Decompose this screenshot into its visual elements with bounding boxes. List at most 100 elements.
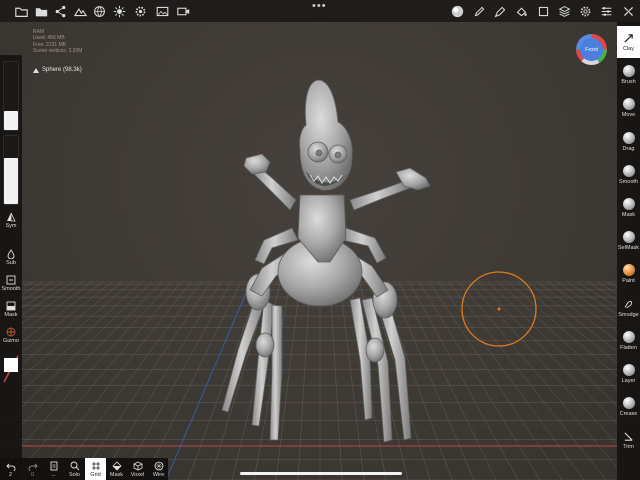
smooth-icon	[6, 275, 16, 285]
tool-flatten[interactable]: Flatten	[617, 325, 640, 357]
trim-icon	[623, 430, 635, 442]
open-folder-icon[interactable]	[33, 3, 49, 19]
right-tool-panel: Clay Brush Move Drag Smooth Mask SelMask Paint S…	[617, 22, 640, 480]
menu-dots[interactable]: •••	[312, 0, 327, 12]
settings-icon[interactable]	[132, 3, 148, 19]
3d-viewport[interactable]	[0, 0, 640, 480]
paint-brush-sphere-icon	[622, 264, 635, 277]
mask-label: Mask	[4, 312, 18, 318]
scene-icon[interactable]	[72, 3, 88, 19]
gizmo-toggle[interactable]: Gizmo	[0, 327, 22, 344]
globe-icon[interactable]	[91, 3, 107, 19]
tool-selmask[interactable]: SelMask	[617, 225, 640, 257]
mask-view-button[interactable]: Mask	[106, 458, 127, 480]
paint-bucket-icon[interactable]	[513, 3, 529, 19]
grid-line	[408, 281, 519, 480]
redo-button[interactable]: 0	[22, 458, 43, 480]
material-sphere-icon[interactable]	[449, 3, 465, 19]
share-icon[interactable]	[52, 3, 68, 19]
symmetry-icon	[7, 212, 16, 222]
grid-line	[55, 281, 202, 480]
grid-line	[143, 281, 242, 480]
crease-brush-sphere-icon	[622, 397, 635, 410]
grid-line	[297, 281, 311, 480]
scene-canvas[interactable]	[0, 0, 640, 480]
color-swatch[interactable]	[4, 358, 18, 372]
grid-line	[448, 281, 607, 480]
grid-line	[187, 281, 261, 480]
layers-icon[interactable]	[556, 3, 572, 19]
gear-icon[interactable]	[577, 3, 593, 19]
tool-crease[interactable]: Crease	[617, 391, 640, 423]
grid-label: Grid	[90, 471, 101, 478]
tool-label: Crease	[619, 411, 638, 418]
undo-count: 2	[8, 471, 13, 478]
grid-button[interactable]: Grid	[85, 458, 106, 480]
sub-button[interactable]: Sub	[0, 249, 22, 266]
gizmo-face-label: Front	[580, 38, 603, 61]
undo-button[interactable]: 2	[0, 458, 21, 480]
grid-line	[398, 281, 497, 480]
brush-brush-sphere-icon	[622, 65, 635, 78]
mask-view-icon	[111, 460, 122, 471]
tool-clay[interactable]: Clay	[617, 26, 640, 58]
tool-mask[interactable]: Mask	[617, 192, 640, 224]
gizmo-label: Gizmo	[3, 338, 19, 344]
undo-icon	[5, 463, 15, 471]
history-button[interactable]: ...	[43, 458, 64, 480]
tool-label: Flatten	[620, 344, 637, 351]
smooth-toggle[interactable]: Smooth	[0, 275, 22, 292]
video-icon[interactable]	[175, 3, 191, 19]
voxel-label: Voxel	[130, 471, 145, 478]
tool-brush[interactable]: Brush	[617, 59, 640, 91]
history-label: ...	[51, 471, 56, 478]
tools-icon[interactable]	[620, 3, 636, 19]
mesh-icon	[33, 67, 39, 73]
grid-line	[418, 281, 541, 480]
tool-label: Smooth	[619, 178, 638, 185]
home-indicator[interactable]	[240, 472, 402, 475]
grid-line	[0, 281, 152, 429]
tool-layer[interactable]: Layer	[617, 358, 640, 390]
mesh-name: Sphere (98.3k)	[42, 67, 82, 73]
wire-button[interactable]: Wire	[148, 458, 169, 480]
tool-trim[interactable]: Trim	[617, 424, 640, 456]
layer-brush-sphere-icon	[622, 364, 635, 376]
bottom-toolbar: 2 0 ... Solo Grid Mask Voxel Wire	[0, 458, 168, 480]
tool-smudge[interactable]: Smudge	[617, 292, 640, 324]
tool-label: Smudge	[618, 311, 639, 318]
grid-line	[11, 281, 182, 480]
sliders-icon[interactable]	[598, 3, 614, 19]
square-icon[interactable]	[535, 3, 551, 19]
stats-line: Scene vertices: 2.93M	[33, 47, 83, 54]
voxel-button[interactable]: Voxel	[127, 458, 148, 480]
tool-paint[interactable]: Paint	[617, 258, 640, 290]
tool-label: Paint	[622, 278, 635, 285]
solo-button[interactable]: Solo	[64, 458, 85, 480]
grid-line	[99, 281, 222, 480]
smooth-brush-sphere-icon	[622, 164, 635, 177]
grid-line	[329, 281, 343, 480]
tool-smooth[interactable]: Smooth	[617, 159, 640, 191]
tool-label: Drag	[622, 145, 635, 152]
mesh-selector[interactable]: Sphere (98.3k)	[33, 67, 82, 73]
tool-move[interactable]: Move	[617, 92, 640, 124]
sun-icon[interactable]	[111, 3, 127, 19]
grid-line	[458, 281, 629, 480]
redo-count: 0	[30, 471, 35, 478]
gizmo-icon	[6, 327, 16, 337]
eyedropper-icon[interactable]	[492, 3, 508, 19]
image-icon[interactable]	[154, 3, 170, 19]
sym-button[interactable]: Sym	[0, 212, 22, 229]
pen-icon[interactable]	[471, 3, 487, 19]
mask-toggle[interactable]: Mask	[0, 301, 22, 318]
tool-label: Trim	[623, 444, 634, 451]
tool-label: Mask	[621, 212, 636, 218]
orientation-gizmo[interactable]: Front	[576, 34, 607, 65]
intensity-slider[interactable]	[3, 135, 19, 205]
tool-drag[interactable]: Drag	[617, 126, 640, 158]
folder-icon[interactable]	[13, 3, 29, 19]
radius-slider-fill	[4, 110, 18, 130]
radius-slider[interactable]	[3, 61, 19, 131]
magnifier-icon	[70, 461, 79, 470]
